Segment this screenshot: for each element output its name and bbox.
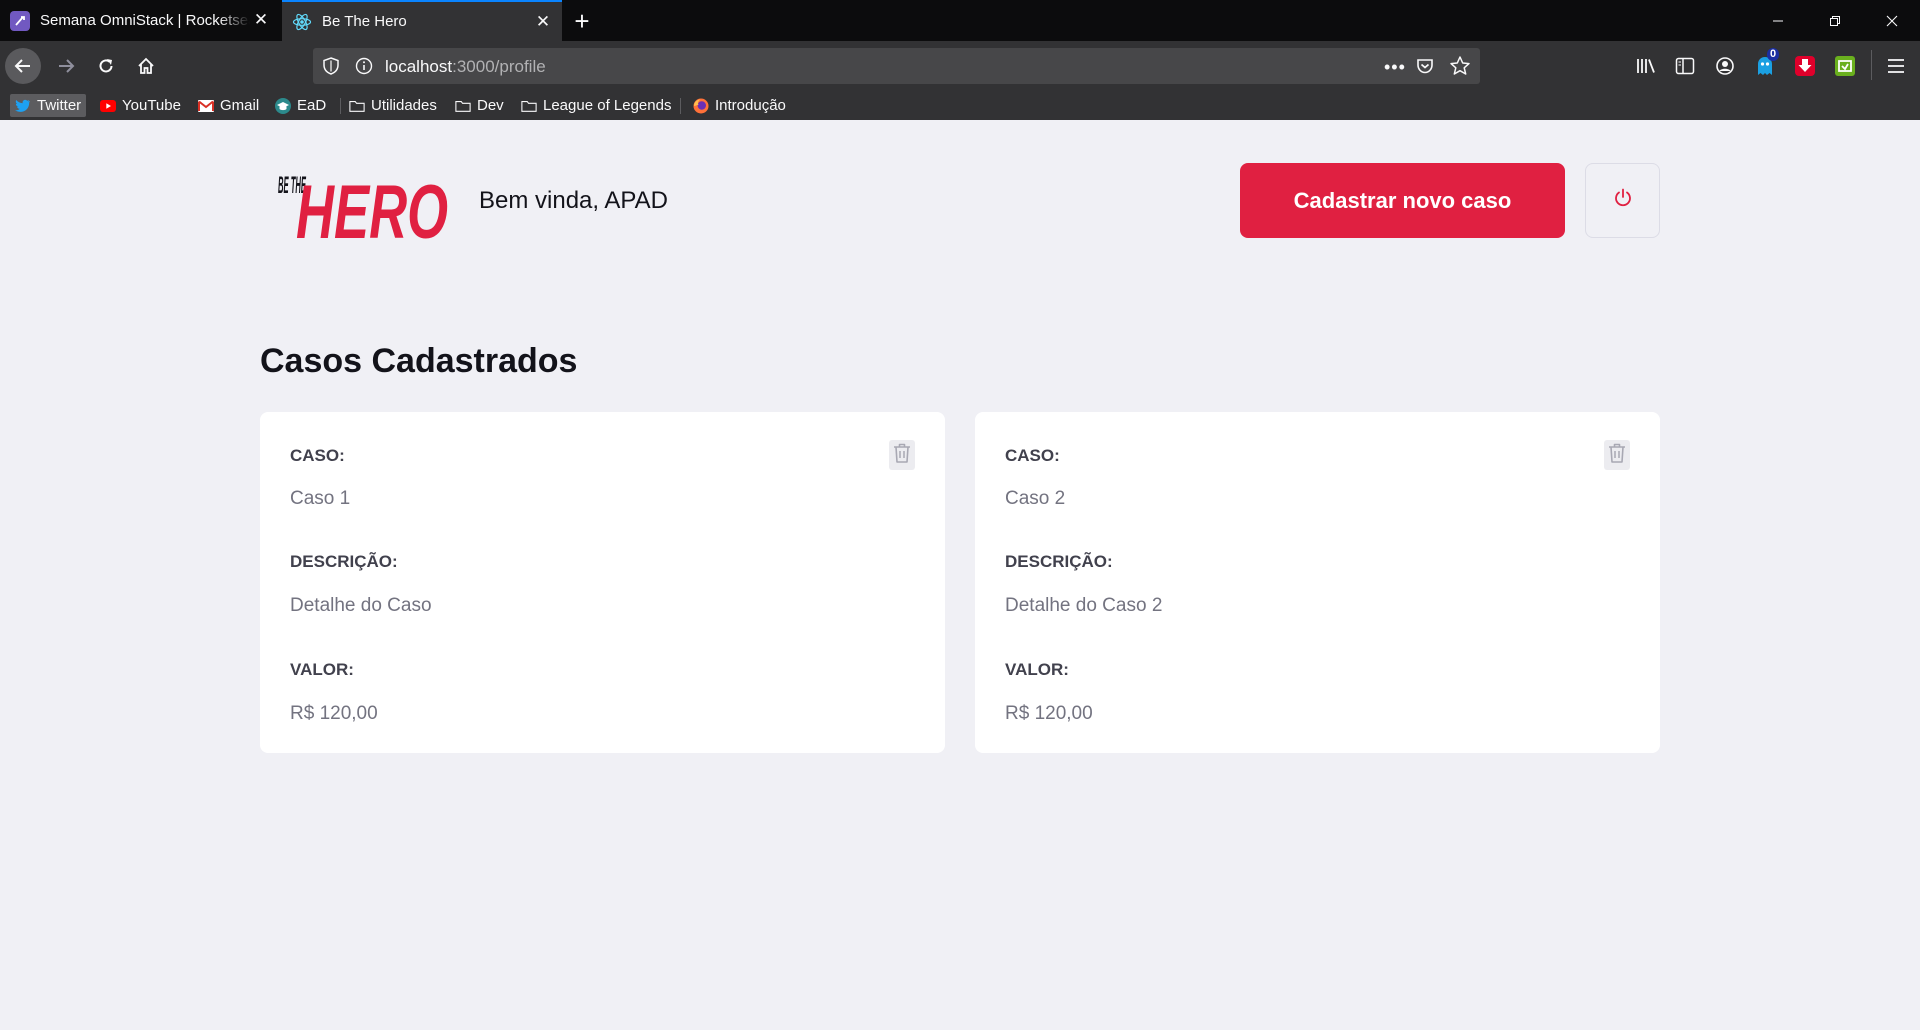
page-title: Casos Cadastrados [260,342,578,380]
navigation-toolbar: localhost:3000/profile ••• 0 [0,41,1920,91]
firefox-icon [693,98,709,114]
reload-button[interactable] [88,48,124,84]
bookmark-folder-dev[interactable]: Dev [450,94,509,117]
bookmark-youtube[interactable]: YouTube [95,94,186,117]
close-icon[interactable]: ✕ [532,11,554,33]
bookmark-folder-league-of-legends[interactable]: League of Legends [516,94,676,117]
bookmark-label: League of Legends [543,97,672,114]
tab-be-the-hero[interactable]: Be The Hero ✕ [282,0,562,41]
value-label: VALOR: [1005,660,1069,679]
window-close-icon[interactable] [1864,0,1920,41]
bookmark-label: Introdução [715,97,786,114]
notification-badge: 0 [1767,48,1780,61]
bookmark-label: YouTube [122,97,181,114]
bookmark-label: EaD [297,97,327,114]
tab-strip: Semana OmniStack | Rocketseat ✕ Be The H… [0,0,1920,41]
sidebar-icon[interactable] [1673,54,1697,78]
bookmark-separator [680,98,681,114]
bookmarks-toolbar: Twitter YouTube Gmail EaD Utilidades Dev… [0,91,1920,120]
url-path: :3000/profile [452,57,546,76]
library-icon[interactable] [1634,54,1658,78]
url-bar[interactable]: localhost:3000/profile ••• [313,48,1480,84]
case-title: Caso 2 [1005,488,1066,509]
bookmark-folder-utilidades[interactable]: Utilidades [344,94,442,117]
bookmark-star-icon[interactable] [1449,55,1471,82]
home-button[interactable] [128,48,164,84]
delete-case-button[interactable] [1604,440,1630,470]
youtube-icon [100,98,116,114]
be-the-hero-logo: BE THE HERO [260,160,450,255]
value-label: VALOR: [290,660,354,679]
url-host: localhost [385,57,453,76]
delete-case-button[interactable] [889,440,915,470]
power-icon [1612,187,1634,214]
restore-icon[interactable] [1807,0,1863,41]
bookmark-label: Gmail [220,97,260,114]
logout-button[interactable] [1585,163,1660,238]
pocket-icon[interactable] [1415,56,1435,81]
case-title: Caso 1 [290,488,351,509]
welcome-message: Bem vinda, APAD [479,187,668,214]
browser-chrome: Semana OmniStack | Rocketseat ✕ Be The H… [0,0,1920,120]
logo-text-main: HERO [296,170,448,240]
logo-svg: BE THE HERO [278,170,448,255]
bookmark-label: Dev [477,97,504,114]
profile-page: BE THE HERO Bem vinda, APAD Cadastrar no… [0,120,1920,1030]
minimize-icon[interactable] [1750,0,1806,41]
case-value: R$ 120,00 [1005,703,1093,724]
page-actions-icon[interactable]: ••• [1384,57,1406,78]
bookmark-ead[interactable]: EaD [270,94,331,117]
description-label: DESCRIÇÃO: [1005,552,1113,571]
case-value: R$ 120,00 [290,703,378,724]
close-icon[interactable]: ✕ [250,9,272,31]
extension-green-icon[interactable] [1833,54,1857,78]
shield-icon[interactable] [323,57,339,80]
tab-title: Semana OmniStack | Rocketseat [40,12,250,29]
react-icon [292,12,312,32]
bookmark-twitter[interactable]: Twitter [10,94,87,117]
tab-title: Be The Hero [322,13,407,30]
case-card: CASO: Caso 2 DESCRIÇÃO: Detalhe do Caso … [975,412,1660,753]
url-text[interactable]: localhost:3000/profile [385,57,546,77]
description-label: DESCRIÇÃO: [290,552,398,571]
case-description: Detalhe do Caso [290,595,432,616]
new-tab-icon[interactable]: + [568,6,596,36]
download-extension-icon[interactable] [1793,54,1817,78]
account-icon[interactable] [1713,54,1737,78]
folder-icon [521,98,537,114]
case-description: Detalhe do Caso 2 [1005,595,1163,616]
folder-icon [455,98,471,114]
case-label: CASO: [290,446,345,465]
folder-icon [349,98,365,114]
back-button[interactable] [5,48,41,84]
toolbar-divider [1871,50,1872,80]
new-case-button[interactable]: Cadastrar novo caso [1240,163,1565,238]
tab-omnistack[interactable]: Semana OmniStack | Rocketseat ✕ [0,0,280,41]
case-card: CASO: Caso 1 DESCRIÇÃO: Detalhe do Caso … [260,412,945,753]
bookmark-label: Utilidades [371,97,437,114]
bookmark-introducao[interactable]: Introdução [688,94,791,117]
graduation-cap-icon [275,97,291,114]
rocketseat-icon [10,10,30,31]
info-icon[interactable] [355,57,373,80]
trash-icon [1608,442,1626,469]
gmail-icon [198,98,214,114]
bookmark-separator [340,98,341,114]
trash-icon [893,442,911,469]
forward-button[interactable] [48,48,84,84]
twitter-icon [15,98,31,114]
bookmark-gmail[interactable]: Gmail [193,94,264,117]
ghostery-icon[interactable]: 0 [1753,48,1780,78]
bookmark-label: Twitter [37,97,82,114]
menu-icon[interactable] [1884,54,1908,78]
case-label: CASO: [1005,446,1060,465]
